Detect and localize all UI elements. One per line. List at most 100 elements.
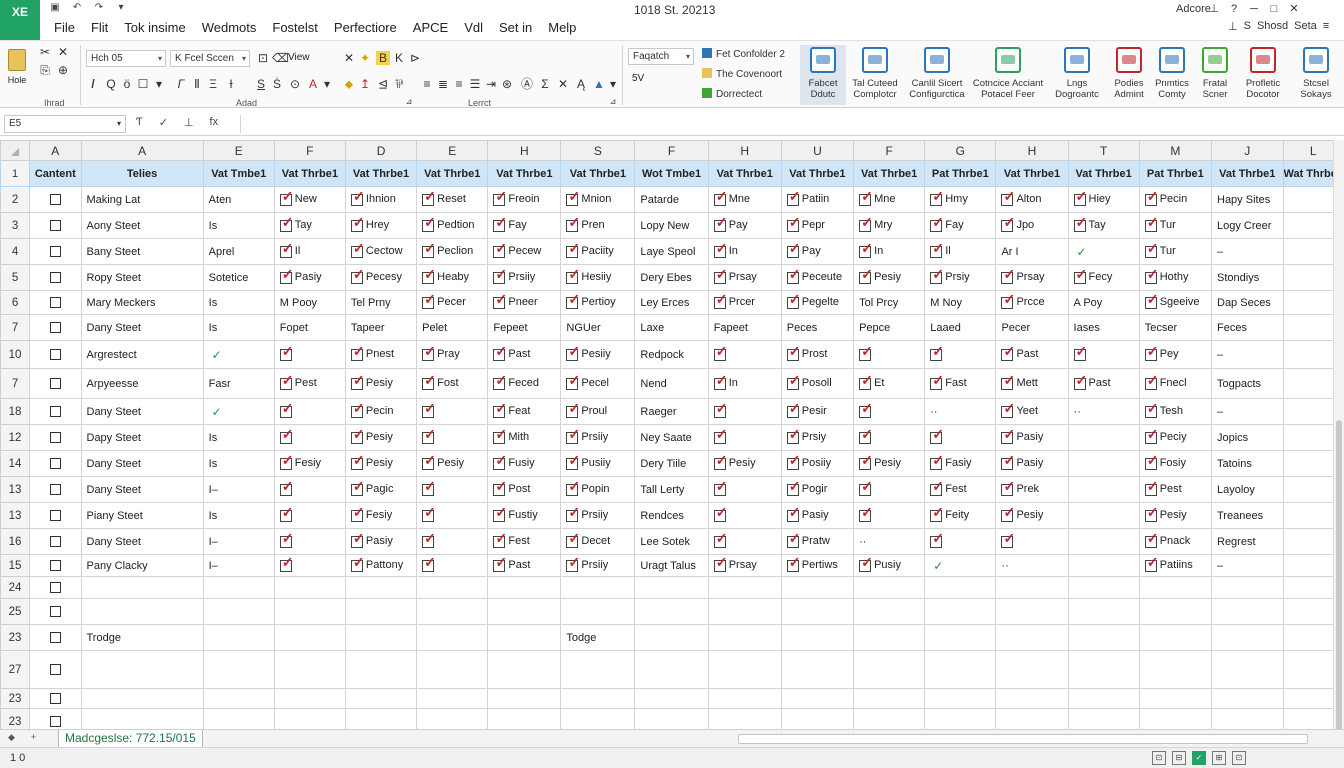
grid-cell[interactable]: Hiey (1067, 186, 1140, 213)
sheet-nav-prev-icon[interactable]: ◆ (8, 732, 15, 743)
grid-cell[interactable]: Past (487, 554, 562, 577)
grid-cell[interactable]: Iases (1067, 314, 1140, 341)
grid-cell[interactable] (924, 598, 997, 625)
help-icon[interactable]: ? (1228, 2, 1240, 16)
grid-cell[interactable] (707, 340, 782, 369)
grid-cell[interactable]: Fost (416, 368, 489, 399)
grid-cell[interactable]: Fosiy (1138, 450, 1213, 477)
checked-checkbox-icon[interactable] (859, 403, 873, 418)
checked-checkbox-icon[interactable] (566, 243, 580, 258)
grid-cell[interactable]: Dery Tiile (634, 450, 709, 477)
column-header[interactable]: G (924, 140, 997, 161)
grid-cell[interactable]: Pest (1138, 476, 1213, 503)
grid-cell[interactable]: Et (853, 368, 926, 399)
checkbox[interactable] (49, 432, 61, 444)
grid-cell[interactable]: Making Lat (80, 186, 204, 213)
grid-cell[interactable]: Tol Prcy (853, 290, 926, 315)
grid-cell[interactable]: Tay (1067, 212, 1140, 239)
checked-checkbox-icon[interactable] (350, 403, 365, 418)
checked-checkbox-icon[interactable] (1144, 557, 1158, 572)
grid-cell[interactable] (487, 598, 562, 625)
row-header[interactable]: 15 (0, 554, 31, 577)
grid-cell[interactable] (202, 576, 275, 599)
checked-checkbox-icon[interactable] (422, 403, 436, 418)
grid-cell[interactable]: I– (202, 528, 275, 555)
grid-cell[interactable] (416, 502, 489, 529)
grid-cell[interactable]: Peciy (1138, 424, 1213, 451)
grid-cell[interactable]: Argrestect (80, 340, 204, 369)
grid-cell[interactable] (29, 290, 82, 315)
header-cell[interactable]: Vat Thrbe1 (344, 160, 418, 187)
header-cell[interactable]: Vat Thrbe1 (853, 160, 926, 187)
grid-cell[interactable]: Fest (924, 476, 997, 503)
grid-cell[interactable]: Pusiiy (560, 450, 636, 477)
checked-checkbox-icon[interactable] (493, 481, 507, 496)
checked-checkbox-icon[interactable] (930, 346, 944, 361)
checked-checkbox-icon[interactable] (1073, 217, 1087, 232)
style-item-3[interactable]: Dorrectect (702, 87, 762, 103)
grid-cell[interactable] (273, 424, 346, 451)
grid-cell[interactable] (707, 650, 782, 689)
grid-cell[interactable]: Pesiy (344, 368, 418, 399)
checked-checkbox-icon[interactable] (422, 346, 436, 361)
grid-cell[interactable] (416, 576, 489, 599)
checked-checkbox-icon[interactable] (1001, 533, 1015, 548)
grid-cell[interactable] (29, 212, 82, 239)
select-all-corner[interactable] (0, 140, 31, 161)
row-header[interactable]: 13 (0, 476, 31, 503)
grid-cell[interactable]: Regrest (1211, 528, 1284, 555)
column-header[interactable]: A (29, 140, 82, 161)
grid-cell[interactable] (1067, 650, 1140, 689)
checkbox[interactable] (49, 349, 61, 361)
checked-checkbox-icon[interactable] (713, 346, 727, 361)
dialog-launcher-icon[interactable]: ⊿ (402, 95, 416, 109)
checked-checkbox-icon[interactable] (786, 403, 800, 418)
grid-cell[interactable]: Hrey (344, 212, 418, 239)
checked-checkbox-icon[interactable] (493, 507, 507, 522)
checked-checkbox-icon[interactable] (1144, 217, 1158, 232)
column-header[interactable]: H (995, 140, 1069, 161)
checked-checkbox-icon[interactable] (1144, 533, 1158, 548)
enter-icon[interactable]: ✓ (159, 116, 168, 129)
grid-cell[interactable] (273, 688, 346, 709)
checked-checkbox-icon[interactable] (279, 429, 294, 444)
header-cell[interactable]: Vat Thrbe1 (995, 160, 1069, 187)
grid-cell[interactable] (1211, 576, 1284, 599)
grid-cell[interactable] (707, 598, 782, 625)
grid-cell[interactable] (487, 576, 562, 599)
grid-cell[interactable]: M Pooy (273, 290, 346, 315)
dialog-launcher-icon[interactable]: ⊿ (606, 95, 620, 109)
grid-cell[interactable] (853, 340, 926, 369)
menu-item[interactable]: APCE (405, 18, 456, 38)
grid-cell[interactable]: Post (487, 476, 562, 503)
grid-cell[interactable] (853, 598, 926, 625)
checked-checkbox-icon[interactable] (859, 507, 873, 522)
highlight-icon[interactable]: ✦ (358, 51, 372, 65)
formula-input[interactable] (240, 115, 1334, 133)
checked-checkbox-icon[interactable] (1144, 507, 1158, 522)
grid-cell[interactable]: A Poy (1067, 290, 1140, 315)
row-header[interactable]: 23 (0, 688, 31, 709)
checked-checkbox-icon[interactable] (350, 481, 365, 496)
row-header[interactable]: 16 (0, 528, 31, 555)
grid-cell[interactable]: Fapeet (707, 314, 782, 341)
grid-cell[interactable] (853, 688, 926, 709)
checked-checkbox-icon[interactable] (350, 269, 365, 284)
grid-cell[interactable] (29, 238, 82, 265)
grid-cell[interactable] (560, 576, 636, 599)
header-cell[interactable]: Vat Thrbe1 (273, 160, 346, 187)
check-icon[interactable]: ✓ (1192, 751, 1206, 765)
grid-cell[interactable]: Fesiy (273, 450, 346, 477)
grid-cell[interactable]: Alton (995, 186, 1069, 213)
grid-cell[interactable]: Patiin (780, 186, 855, 213)
grid-cell[interactable]: Sgeeive (1138, 290, 1213, 315)
grid-cell[interactable]: Popin (560, 476, 636, 503)
grid-cell[interactable] (853, 424, 926, 451)
grid-cell[interactable]: Cectow (344, 238, 418, 265)
grid-cell[interactable]: Proul (560, 398, 636, 425)
page-layout-icon[interactable]: ⊟ (1172, 751, 1186, 765)
grid-cell[interactable]: Sotetice (202, 264, 275, 291)
checked-checkbox-icon[interactable] (1073, 346, 1087, 361)
checkbox[interactable] (49, 458, 61, 470)
checked-checkbox-icon[interactable] (493, 403, 507, 418)
